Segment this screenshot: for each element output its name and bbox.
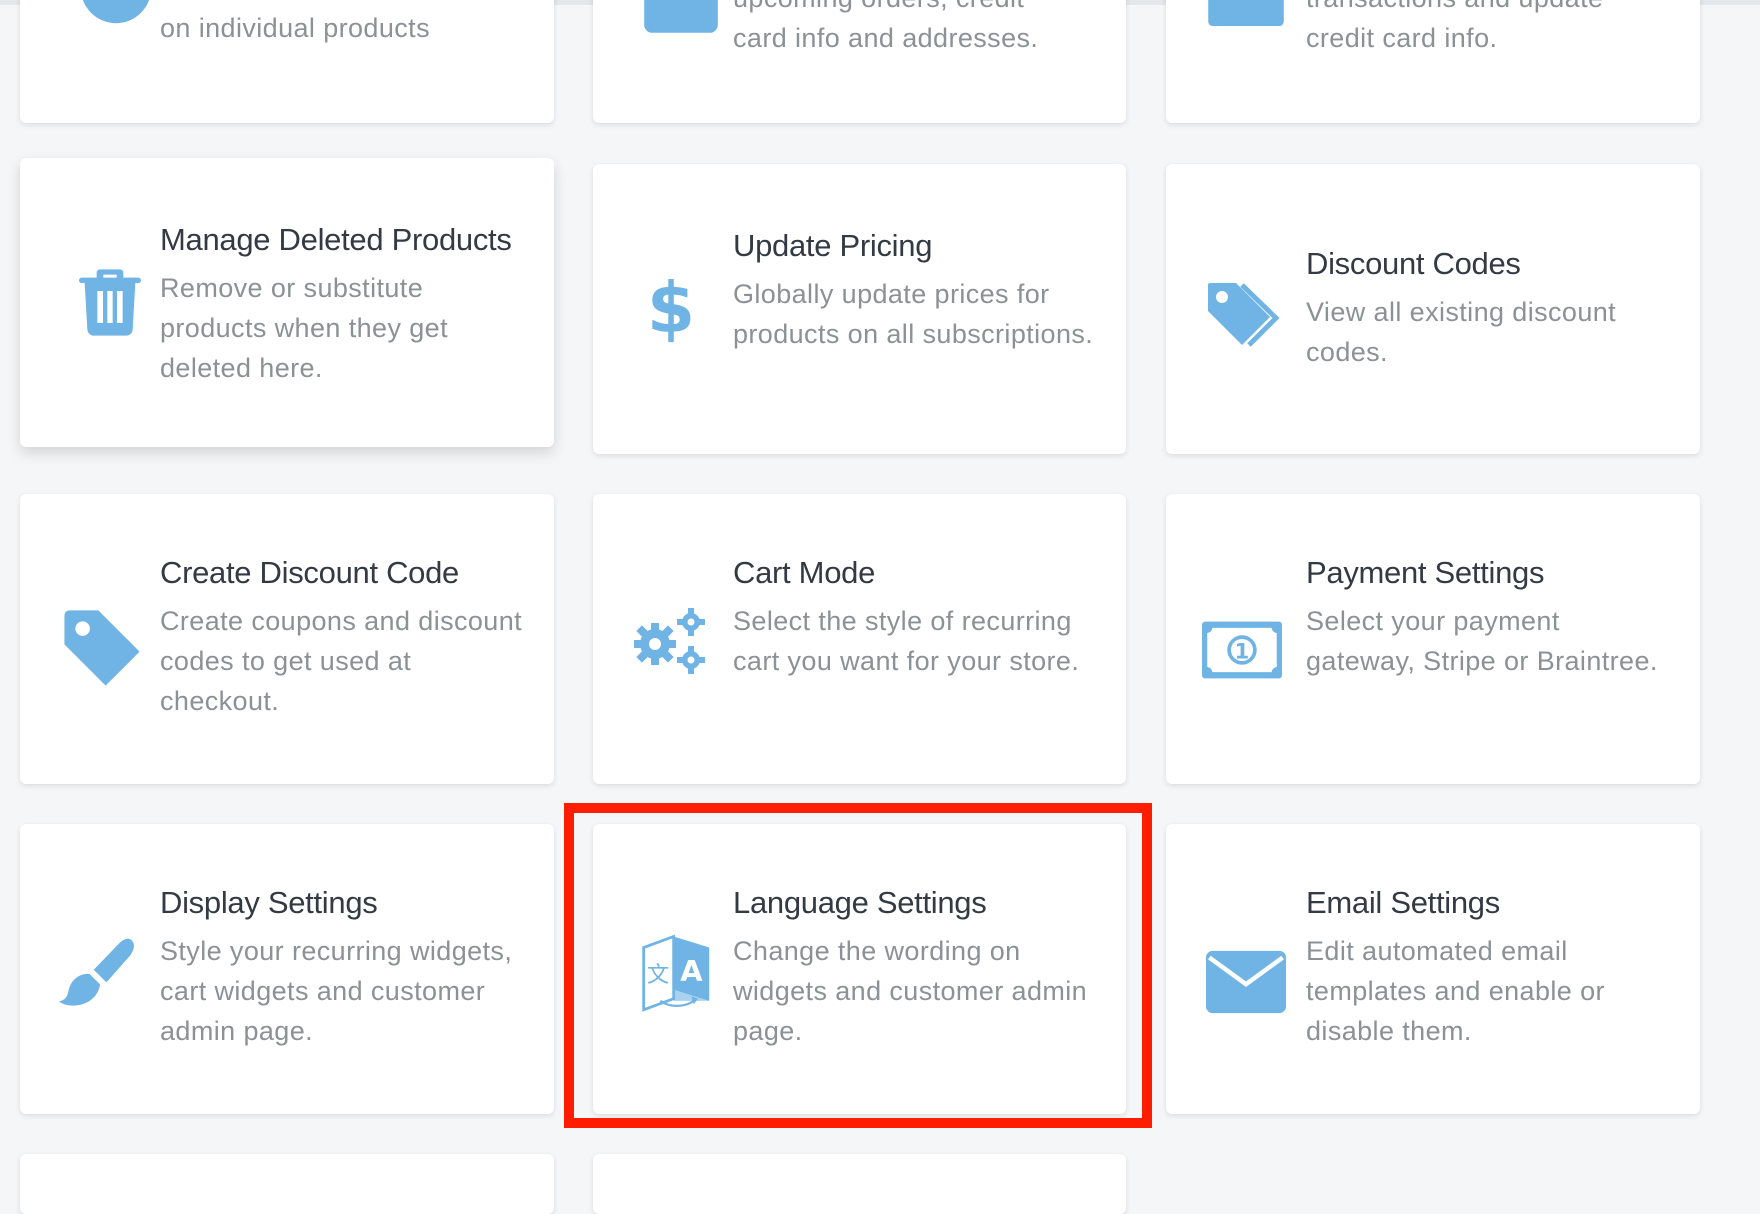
- card-title: Language Settings: [733, 885, 987, 920]
- dollar-icon: $: [631, 268, 695, 358]
- svg-text:文: 文: [647, 962, 669, 988]
- settings-card-partial-3[interactable]: transactions and update credit card info…: [1166, 0, 1700, 123]
- card-description: Style your recurring widgets, cart widge…: [160, 936, 513, 1046]
- card-title: Manage Deleted Products: [160, 222, 512, 257]
- settings-card-partial-2[interactable]: upcoming orders, credit card info and ad…: [593, 0, 1126, 123]
- card-description: Select your payment gateway, Stripe or B…: [1306, 606, 1658, 676]
- card-description-line: credit card info.: [1306, 23, 1498, 53]
- paintbrush-icon: [58, 934, 134, 1010]
- settings-card-partial-bottom-1[interactable]: [20, 1154, 554, 1214]
- settings-card-partial-bottom-2[interactable]: [593, 1154, 1126, 1214]
- tags-icon: [1202, 274, 1282, 347]
- svg-text:1: 1: [1235, 638, 1250, 663]
- card-title: Email Settings: [1306, 885, 1500, 920]
- svg-text:$: $: [647, 269, 695, 348]
- email-settings-card[interactable]: Email Settings Edit automated email temp…: [1166, 824, 1700, 1114]
- card-description-line: card info and addresses.: [733, 23, 1039, 53]
- discount-codes-card[interactable]: Discount Codes View all existing discoun…: [1166, 164, 1700, 454]
- card-title: Cart Mode: [733, 555, 876, 590]
- tag-icon: [62, 608, 140, 686]
- card-title: Create Discount Code: [160, 555, 459, 590]
- svg-text:A: A: [680, 954, 703, 988]
- payment-settings-card[interactable]: 1 Payment Settings Select your payment g…: [1166, 494, 1700, 784]
- card-description: View all existing discount codes.: [1306, 297, 1617, 367]
- card-title: Discount Codes: [1306, 246, 1521, 281]
- card-description-line: upcoming orders, credit: [733, 0, 1096, 18]
- card-title: Display Settings: [160, 885, 378, 920]
- card-description: on individual products: [160, 13, 430, 43]
- gears-icon: [629, 602, 709, 678]
- partial-icon: [1206, 0, 1284, 26]
- language-settings-card[interactable]: 文 A Language Settings Change the wording…: [593, 824, 1126, 1114]
- settings-card-partial-1[interactable]: on individual products: [20, 0, 554, 123]
- display-settings-card[interactable]: Display Settings Style your recurring wi…: [20, 824, 554, 1114]
- card-title: Update Pricing: [733, 228, 933, 263]
- card-description: Create coupons and discount codes to get…: [160, 606, 523, 716]
- card-description: Globally update prices for products on a…: [733, 279, 1094, 349]
- manage-deleted-products-card[interactable]: Manage Deleted Products Remove or substi…: [20, 158, 554, 447]
- create-discount-code-card[interactable]: Create Discount Code Create coupons and …: [20, 494, 554, 784]
- update-pricing-card[interactable]: $ Update Pricing Globally update prices …: [593, 164, 1126, 454]
- card-description: Edit automated email templates and enabl…: [1306, 936, 1605, 1046]
- cart-mode-card[interactable]: Cart Mode Select the style of recurring …: [593, 494, 1126, 784]
- partial-icon: [641, 0, 718, 33]
- card-description-line: transactions and update: [1306, 0, 1670, 18]
- card-description: Select the style of recurring cart you w…: [733, 606, 1080, 676]
- trash-icon: [70, 261, 160, 351]
- translate-icon: 文 A: [637, 932, 710, 1012]
- money-icon: 1: [1202, 610, 1282, 679]
- card-description: Remove or substitute products when they …: [160, 273, 448, 383]
- envelope-icon: [1206, 942, 1286, 1014]
- card-title: Payment Settings: [1306, 555, 1545, 590]
- card-description: Change the wording on widgets and custom…: [733, 936, 1088, 1046]
